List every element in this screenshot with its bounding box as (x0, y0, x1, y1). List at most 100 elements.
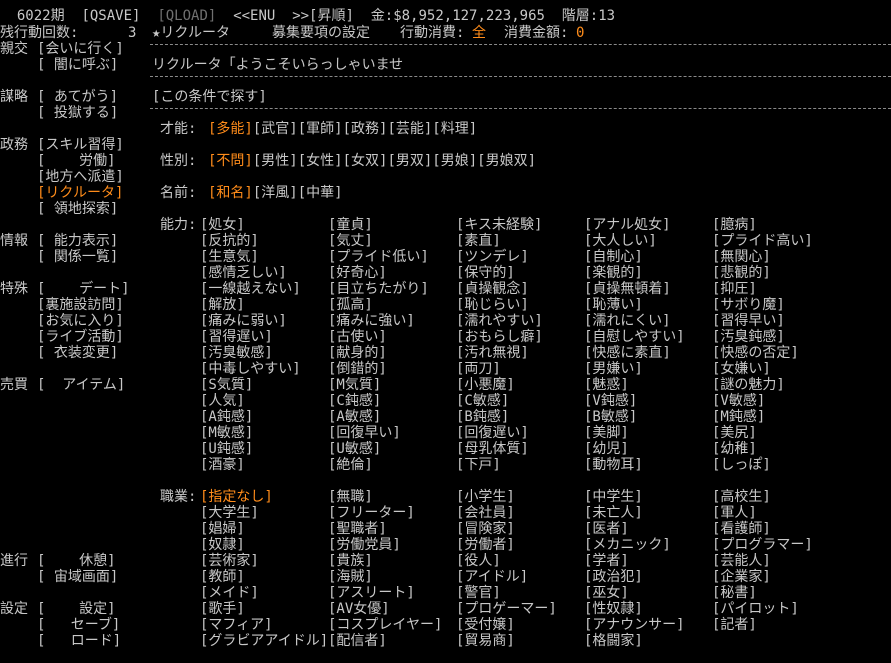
ability-item[interactable]: [汚臭鈍感] (712, 329, 785, 345)
name-style-option[interactable]: [洋風] (253, 185, 298, 201)
ability-item[interactable]: [アナル処女] (584, 217, 671, 233)
job-item[interactable]: [労働者] (456, 537, 515, 553)
job-item[interactable]: [アナウンサー] (584, 617, 685, 633)
ability-item[interactable]: [謎の魅力] (712, 377, 785, 393)
qsave-button[interactable]: [QSAVE] (81, 8, 140, 24)
sort-button[interactable]: [昇順] (309, 8, 354, 24)
ability-item[interactable]: [A敏感] (328, 409, 381, 425)
ability-item[interactable]: [人気] (200, 393, 245, 409)
talent-option[interactable]: [政務] (343, 121, 388, 137)
ability-item[interactable]: [絶倫] (328, 457, 373, 473)
ability-item[interactable]: [習得遅い] (200, 329, 273, 345)
job-item[interactable]: [娼婦] (200, 521, 245, 537)
job-item[interactable]: [中学生] (584, 489, 643, 505)
ability-item[interactable]: [V鈍感] (584, 393, 637, 409)
job-item[interactable]: [格闘家] (584, 633, 643, 649)
ability-item[interactable]: [C敏感] (456, 393, 509, 409)
ability-item[interactable]: [目立ちたがり] (328, 281, 429, 297)
job-item[interactable]: [未亡人] (584, 505, 643, 521)
ability-item[interactable]: [サボり魔] (712, 297, 785, 313)
ability-item[interactable]: [ツンデレ] (456, 249, 529, 265)
ability-item[interactable]: [M気質] (328, 377, 381, 393)
job-item[interactable]: [指定なし] (200, 489, 273, 505)
ability-item[interactable]: [処女] (200, 217, 245, 233)
ability-item[interactable]: [痛みに弱い] (200, 313, 287, 329)
job-item[interactable]: [冒険家] (456, 521, 515, 537)
ability-item[interactable]: [A鈍感] (200, 409, 253, 425)
job-item[interactable]: [芸術家] (200, 553, 259, 569)
job-item[interactable]: [医者] (584, 521, 629, 537)
menu-date[interactable]: [ デート] (37, 281, 130, 297)
ability-item[interactable]: [一線越えない] (200, 281, 301, 297)
ability-item[interactable]: [おもらし癖] (456, 329, 543, 345)
menu-save[interactable]: [ セーブ] (37, 617, 120, 633)
ability-item[interactable]: [母乳体質] (456, 441, 529, 457)
talent-option[interactable]: [武官] (253, 121, 298, 137)
ability-item[interactable]: [U敏感] (328, 441, 381, 457)
page-nav[interactable]: <<ENU >> (233, 8, 309, 24)
job-item[interactable]: [看護師] (712, 521, 771, 537)
talent-option[interactable]: [軍師] (298, 121, 343, 137)
menu-load[interactable]: [ ロード] (37, 633, 121, 649)
menu-relations[interactable]: [ 関係一覧] (37, 249, 118, 265)
job-item[interactable]: [フリーター] (328, 505, 415, 521)
job-item[interactable]: [貿易商] (456, 633, 515, 649)
ability-item[interactable]: [解放] (200, 297, 245, 313)
ability-item[interactable]: [中毒しやすい] (200, 361, 301, 377)
job-item[interactable]: [巫女] (584, 585, 629, 601)
ability-item[interactable]: [古使い] (328, 329, 387, 345)
ability-item[interactable]: [感情乏しい] (200, 265, 287, 281)
gender-option[interactable]: [男娘] (432, 153, 477, 169)
ability-item[interactable]: [臆病] (712, 217, 757, 233)
job-item[interactable]: [小学生] (456, 489, 515, 505)
ability-item[interactable]: [幼稚] (712, 441, 757, 457)
gender-option[interactable]: [女双] (343, 153, 388, 169)
job-item[interactable]: [プロゲーマー] (456, 601, 557, 617)
ability-item[interactable]: [濡れにくい] (584, 313, 671, 329)
ability-item[interactable]: [B敏感] (584, 409, 637, 425)
ability-item[interactable]: [倒錯的] (328, 361, 387, 377)
ability-item[interactable]: [童貞] (328, 217, 373, 233)
menu-favorites[interactable]: [お気に入り] (37, 313, 124, 329)
ability-item[interactable]: [U鈍感] (200, 441, 253, 457)
ability-item[interactable]: [C鈍感] (328, 393, 381, 409)
ability-item[interactable]: [小悪魔] (456, 377, 515, 393)
ability-item[interactable]: [しっぽ] (712, 457, 771, 473)
gender-option[interactable]: [男双] (387, 153, 432, 169)
job-item[interactable]: [学者] (584, 553, 629, 569)
ability-item[interactable]: [動物耳] (584, 457, 643, 473)
job-item[interactable]: [軍人] (712, 505, 757, 521)
ability-item[interactable]: [気丈] (328, 233, 373, 249)
ability-item[interactable]: [魅惑] (584, 377, 629, 393)
ability-item[interactable]: [プライド高い] (712, 233, 813, 249)
job-item[interactable]: [プログラマー] (712, 537, 813, 553)
job-item[interactable]: [アイドル] (456, 569, 528, 585)
ability-item[interactable]: [S気質] (200, 377, 253, 393)
ability-item[interactable]: [女嫌い] (712, 361, 771, 377)
job-item[interactable]: [メイド] (200, 585, 259, 601)
job-item[interactable]: [パイロット] (712, 601, 799, 617)
job-item[interactable]: [無職] (328, 489, 373, 505)
job-item[interactable]: [AV女優] (328, 601, 390, 617)
job-item[interactable]: [性奴隷] (584, 601, 643, 617)
job-item[interactable]: [企業家] (712, 569, 771, 585)
ability-item[interactable]: [B鈍感] (456, 409, 509, 425)
ability-item[interactable]: [M敏感] (200, 425, 253, 441)
job-item[interactable]: [貴族] (328, 553, 373, 569)
ability-item[interactable]: [美脚] (584, 425, 629, 441)
job-item[interactable]: [警官] (456, 585, 501, 601)
job-item[interactable]: [政治犯] (584, 569, 643, 585)
job-item[interactable]: [奴隷] (200, 537, 245, 553)
ability-item[interactable]: [プライド低い] (328, 249, 429, 265)
menu-skill-learn[interactable]: [スキル習得] (37, 137, 124, 153)
menu-items[interactable]: [ アイテム] (37, 377, 125, 393)
gender-option[interactable]: [女性] (298, 153, 343, 169)
ability-item[interactable]: [貞操無頓着] (584, 281, 671, 297)
job-item[interactable]: [アスリート] (328, 585, 415, 601)
ability-item[interactable]: [献身的] (328, 345, 387, 361)
name-style-option[interactable]: [和名] (208, 185, 253, 201)
menu-imprison[interactable]: [ 投獄する] (37, 105, 118, 121)
job-item[interactable]: [役人] (456, 553, 501, 569)
job-item[interactable]: [芸能人] (712, 553, 771, 569)
ability-item[interactable]: [孤高] (328, 297, 373, 313)
